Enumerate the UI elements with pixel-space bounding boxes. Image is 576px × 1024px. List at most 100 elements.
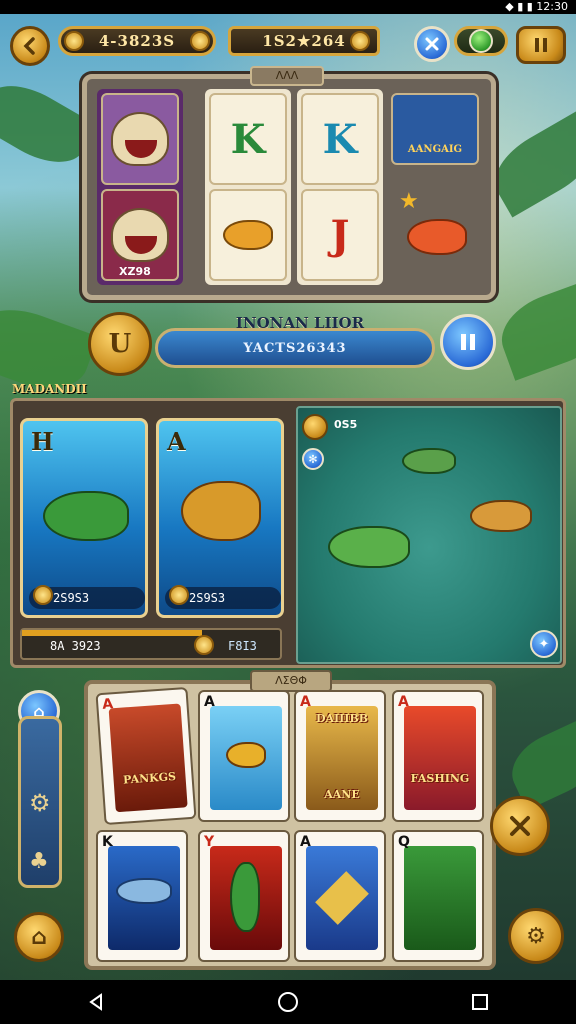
chevron-left-icon (23, 37, 35, 55)
reel-symbol-letter[interactable]: K (209, 93, 287, 185)
coin-icon (194, 635, 214, 655)
close-icon (510, 816, 530, 836)
card-panel-header-text: ΛΣΘΦ (275, 674, 307, 687)
settings-button[interactable]: ⚙ (508, 908, 564, 964)
coin-icon (64, 31, 84, 51)
close-hud-button[interactable] (414, 26, 450, 62)
reel-4: AANGAIG ★ (387, 89, 483, 285)
fish-icon (226, 742, 266, 768)
pause-spin-button[interactable] (440, 314, 496, 370)
reel-letter: K (322, 115, 358, 163)
coin-icon (33, 585, 53, 605)
foliage (482, 110, 576, 218)
card-rank: Y (204, 834, 215, 850)
progress-fill (22, 630, 202, 636)
status-bar: ◆ ▮ ▮ 12:30 (0, 0, 576, 14)
reel-symbol-letter[interactable]: K (301, 93, 379, 185)
star-icon: ★ (399, 189, 419, 214)
back-triangle-icon (89, 993, 102, 1011)
monster-caption: XZ98 (119, 265, 151, 278)
card-rank: A (300, 694, 311, 710)
home-circle-icon (278, 992, 298, 1012)
bonus-label: AANGAIG (407, 144, 463, 155)
playing-card[interactable]: A (198, 690, 290, 822)
card-caption: DAIIIBB (315, 712, 369, 725)
playing-card[interactable]: A DAIIIBB AANE (294, 690, 386, 822)
pond-counter: 0S5 (334, 418, 358, 431)
card-rank: K (102, 834, 113, 850)
reel-symbol-letter[interactable]: J (301, 189, 379, 281)
playing-card[interactable]: A (294, 830, 386, 962)
house-icon: ⌂ (31, 924, 47, 950)
coin-icon (350, 31, 370, 51)
pause-button[interactable] (516, 26, 566, 64)
reel-1: XZ98 (97, 89, 183, 285)
card-letter: A (167, 427, 186, 456)
side-menu: ⚙ ♣ (18, 716, 62, 888)
card-art (108, 703, 188, 813)
nav-home-button[interactable] (268, 982, 308, 1022)
section-label: MADANDII (12, 382, 87, 396)
playing-card[interactable]: Q (392, 830, 484, 962)
snowflake-icon: ✻ (302, 448, 324, 470)
system-nav-bar (0, 980, 576, 1024)
target-button[interactable]: ✦ (530, 630, 558, 658)
fleur-icon[interactable]: ♣ (29, 849, 49, 874)
fish-icon (223, 220, 273, 250)
fish-icon (181, 481, 261, 541)
pause-icon (461, 334, 475, 350)
fish-icon[interactable] (402, 448, 456, 474)
toggle-button[interactable] (454, 26, 508, 56)
card-art (404, 706, 476, 810)
card-rank: Q (398, 834, 410, 850)
coin-icon (169, 585, 189, 605)
reel-2: K (205, 89, 291, 285)
fish-icon (407, 219, 467, 255)
card-panel-header: ΛΣΘΦ (250, 670, 332, 692)
reel-symbol-fish[interactable] (209, 189, 287, 281)
fish-icon (43, 491, 129, 541)
card-caption: FASHING (410, 772, 470, 785)
status-glyphs: ◆ ▮ ▮ 12:30 (505, 0, 568, 13)
catch-total: 8A 3923 (50, 639, 101, 653)
card-art (404, 846, 476, 950)
fish-icon (116, 878, 172, 904)
toggle-icon (469, 29, 493, 53)
card-rank: A (300, 834, 311, 850)
close-card-button[interactable] (490, 796, 550, 856)
spin-emblem-letter: U (108, 329, 132, 359)
reel-symbol-monster[interactable] (101, 93, 179, 185)
fish-card-1[interactable]: H 2S9S3 (20, 418, 148, 618)
fish-card-2[interactable]: A 2S9S3 (156, 418, 284, 618)
fishing-pond[interactable]: 0S5 ✻ ✦ (296, 406, 562, 664)
reel-letter: K (230, 115, 266, 163)
fish-icon[interactable] (328, 526, 410, 568)
spin-banner: YACTS26343 (155, 328, 435, 368)
card-letter: H (31, 427, 54, 456)
card-rank: A (398, 694, 409, 710)
recents-square-icon (472, 994, 488, 1010)
spin-emblem[interactable]: U (88, 312, 152, 376)
playing-card[interactable]: A FASHING (392, 690, 484, 822)
coin-counter-value: 4-3823S (98, 32, 176, 50)
house-button[interactable]: ⌂ (14, 912, 64, 962)
playing-card[interactable]: Y (198, 830, 290, 962)
slot-header-badge-text: ΛΛΛ (275, 69, 299, 82)
bonus-symbol[interactable]: AANGAIG (391, 93, 479, 165)
catch-progress-bar: 8A 3923 F8I3 (20, 628, 282, 660)
catch-rate: F8I3 (228, 639, 257, 653)
coin-icon (190, 31, 210, 51)
card-rank: A (101, 696, 114, 713)
fish-icon[interactable] (470, 500, 532, 532)
gear-icon[interactable]: ⚙ (29, 789, 51, 817)
nav-recents-button[interactable] (460, 982, 500, 1022)
card-subcaption: AANE (324, 788, 360, 801)
back-button[interactable] (10, 26, 50, 66)
playing-card[interactable]: K (96, 830, 188, 962)
fish-icon (230, 862, 260, 932)
card-rank: A (204, 694, 215, 710)
pause-icon (535, 38, 547, 52)
nav-back-button[interactable] (76, 982, 116, 1022)
playing-card[interactable]: A PANKGS (95, 686, 197, 826)
gem-counter-value: 1S2★264 (262, 32, 346, 50)
